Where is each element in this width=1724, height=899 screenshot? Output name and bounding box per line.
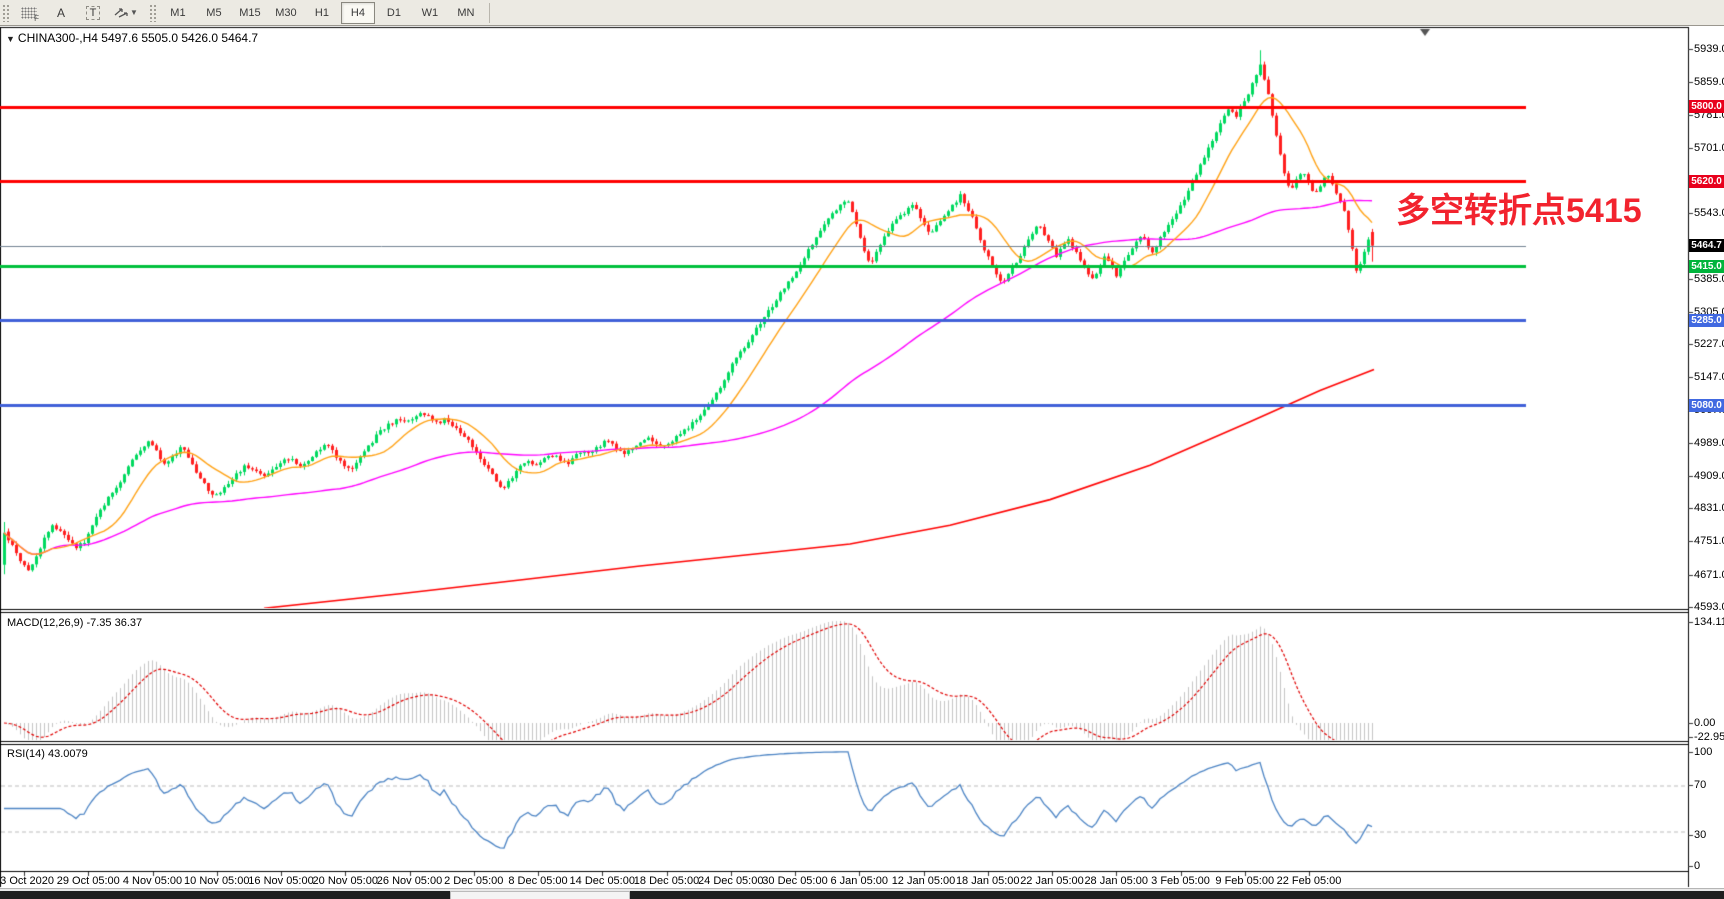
date-axis-label: 12 Jan 05:00 bbox=[892, 875, 956, 887]
date-axis-label: 2 Dec 05:00 bbox=[444, 875, 503, 887]
date-axis-label: 23 Oct 2020 bbox=[0, 875, 54, 887]
price-line-badge: 5285.0 bbox=[1689, 314, 1724, 327]
date-axis-label: 30 Dec 05:00 bbox=[762, 875, 827, 887]
chart-canvas[interactable] bbox=[0, 0, 1724, 899]
price-line-badge: 5080.0 bbox=[1689, 399, 1724, 412]
date-axis-label: 22 Feb 05:00 bbox=[1277, 875, 1342, 887]
price-axis-tick: 4909.0 bbox=[1694, 470, 1724, 482]
price-line-badge: 5620.0 bbox=[1689, 175, 1724, 188]
chart-tab[interactable] bbox=[630, 891, 1724, 899]
date-axis-label: 18 Jan 05:00 bbox=[956, 875, 1020, 887]
date-axis-label: 20 Nov 05:00 bbox=[313, 875, 378, 887]
chart-tab-active[interactable] bbox=[450, 891, 630, 899]
price-axis-tick: 4831.0 bbox=[1694, 502, 1724, 514]
price-axis-tick: 4671.0 bbox=[1694, 569, 1724, 581]
rsi-indicator-label: RSI(14) 43.0079 bbox=[7, 748, 88, 760]
date-axis-label: 6 Jan 05:00 bbox=[831, 875, 889, 887]
date-axis-label: 8 Dec 05:00 bbox=[508, 875, 567, 887]
date-axis-label: 26 Nov 05:00 bbox=[377, 875, 442, 887]
date-axis-label: 22 Jan 05:00 bbox=[1020, 875, 1084, 887]
macd-indicator-label: MACD(12,26,9) -7.35 36.37 bbox=[7, 617, 142, 629]
date-axis-label: 28 Jan 05:00 bbox=[1084, 875, 1148, 887]
chart-tabs-strip bbox=[0, 888, 1724, 899]
date-axis-label: 29 Oct 05:00 bbox=[57, 875, 120, 887]
date-axis-label: 10 Nov 05:00 bbox=[184, 875, 249, 887]
price-axis-tick: 5227.0 bbox=[1694, 338, 1724, 350]
rsi-axis-tick: 0 bbox=[1694, 860, 1700, 872]
symbol-ohlc-text: CHINA300-,H4 5497.6 5505.0 5426.0 5464.7 bbox=[18, 31, 258, 45]
price-axis-tick: 4751.0 bbox=[1694, 535, 1724, 547]
symbol-collapse-icon[interactable]: ▼ bbox=[6, 34, 15, 44]
price-line-badge: 5464.7 bbox=[1689, 239, 1724, 252]
date-axis-label: 18 Dec 05:00 bbox=[634, 875, 699, 887]
date-axis-label: 9 Feb 05:00 bbox=[1215, 875, 1274, 887]
price-axis-tick: 5939.0 bbox=[1694, 43, 1724, 55]
price-axis-tick: 5543.0 bbox=[1694, 207, 1724, 219]
mt4-window: F A T ▼ M1M5M15M30H1H4D1W1MN ▼CHINA300-,… bbox=[0, 0, 1724, 899]
price-line-badge: 5800.0 bbox=[1689, 100, 1724, 113]
price-axis-tick: 5147.0 bbox=[1694, 371, 1724, 383]
chart-annotation: 多空转折点5415 bbox=[1396, 183, 1642, 232]
date-axis-label: 16 Nov 05:00 bbox=[248, 875, 313, 887]
chart-tab[interactable] bbox=[0, 891, 450, 899]
price-axis-tick: 5701.0 bbox=[1694, 142, 1724, 154]
rsi-axis-tick: 30 bbox=[1694, 829, 1706, 841]
price-axis-tick: 4989.0 bbox=[1694, 437, 1724, 449]
price-line-badge: 5415.0 bbox=[1689, 260, 1724, 273]
price-axis-tick: 5385.0 bbox=[1694, 273, 1724, 285]
date-axis-label: 14 Dec 05:00 bbox=[570, 875, 635, 887]
rsi-axis-tick: 70 bbox=[1694, 779, 1706, 791]
macd-axis-tick: 134.11 bbox=[1694, 616, 1724, 628]
date-axis-label: 3 Feb 05:00 bbox=[1151, 875, 1210, 887]
price-axis-tick: 5859.0 bbox=[1694, 76, 1724, 88]
date-axis-label: 4 Nov 05:00 bbox=[123, 875, 182, 887]
macd-axis-tick: -22.95 bbox=[1694, 731, 1724, 743]
rsi-axis-tick: 100 bbox=[1694, 746, 1712, 758]
macd-axis-tick: 0.00 bbox=[1694, 717, 1715, 729]
date-axis-label: 24 Dec 05:00 bbox=[698, 875, 763, 887]
symbol-header: ▼CHINA300-,H4 5497.6 5505.0 5426.0 5464.… bbox=[6, 31, 258, 45]
price-axis-tick: 4593.0 bbox=[1694, 601, 1724, 613]
